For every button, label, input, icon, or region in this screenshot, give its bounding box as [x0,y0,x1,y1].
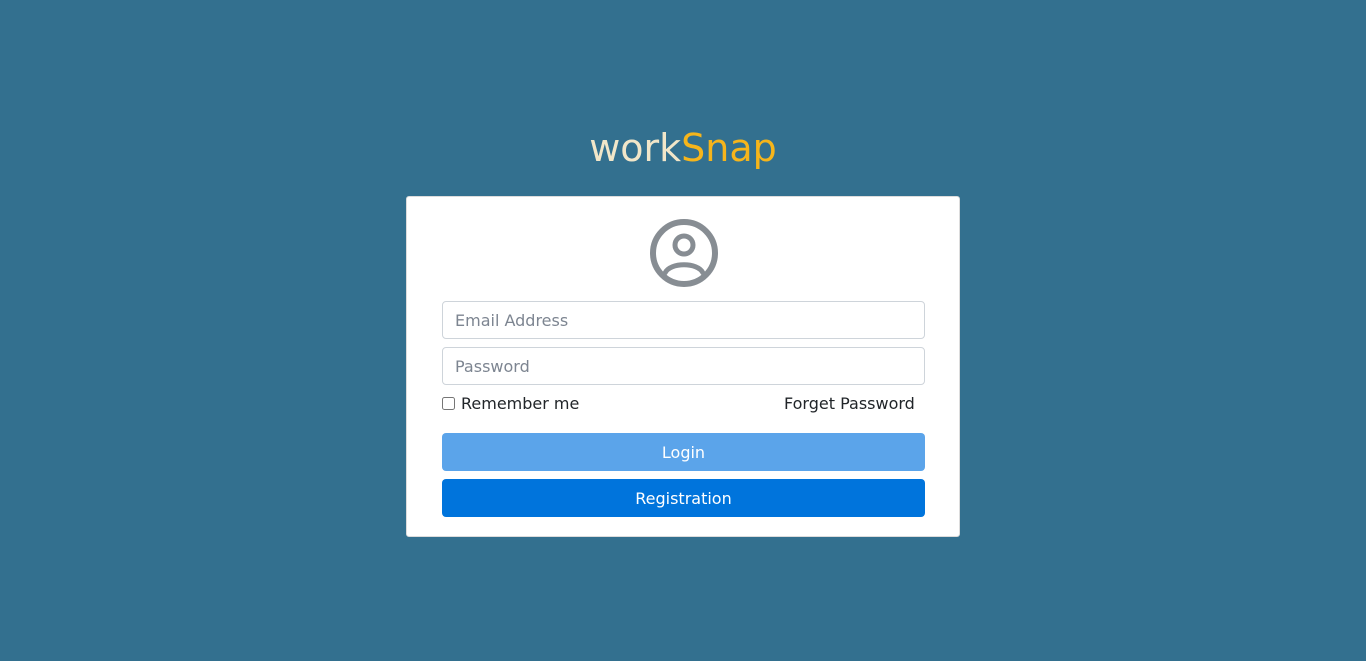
brand-logo-part2: Snap [681,126,777,170]
remember-me[interactable]: Remember me [442,394,579,413]
remember-me-label: Remember me [461,394,580,413]
brand-logo-part1: work [589,126,682,170]
password-field[interactable] [442,347,925,385]
user-circle-icon [650,219,718,287]
forget-password-link[interactable]: Forget Password [784,394,915,413]
remember-me-checkbox[interactable] [442,397,455,410]
login-card: Remember me Forget Password Login Regist… [406,196,960,537]
registration-button[interactable]: Registration [442,479,925,517]
email-field[interactable] [442,301,925,339]
brand-logo: workSnap [0,122,1366,174]
login-button[interactable]: Login [442,433,925,471]
